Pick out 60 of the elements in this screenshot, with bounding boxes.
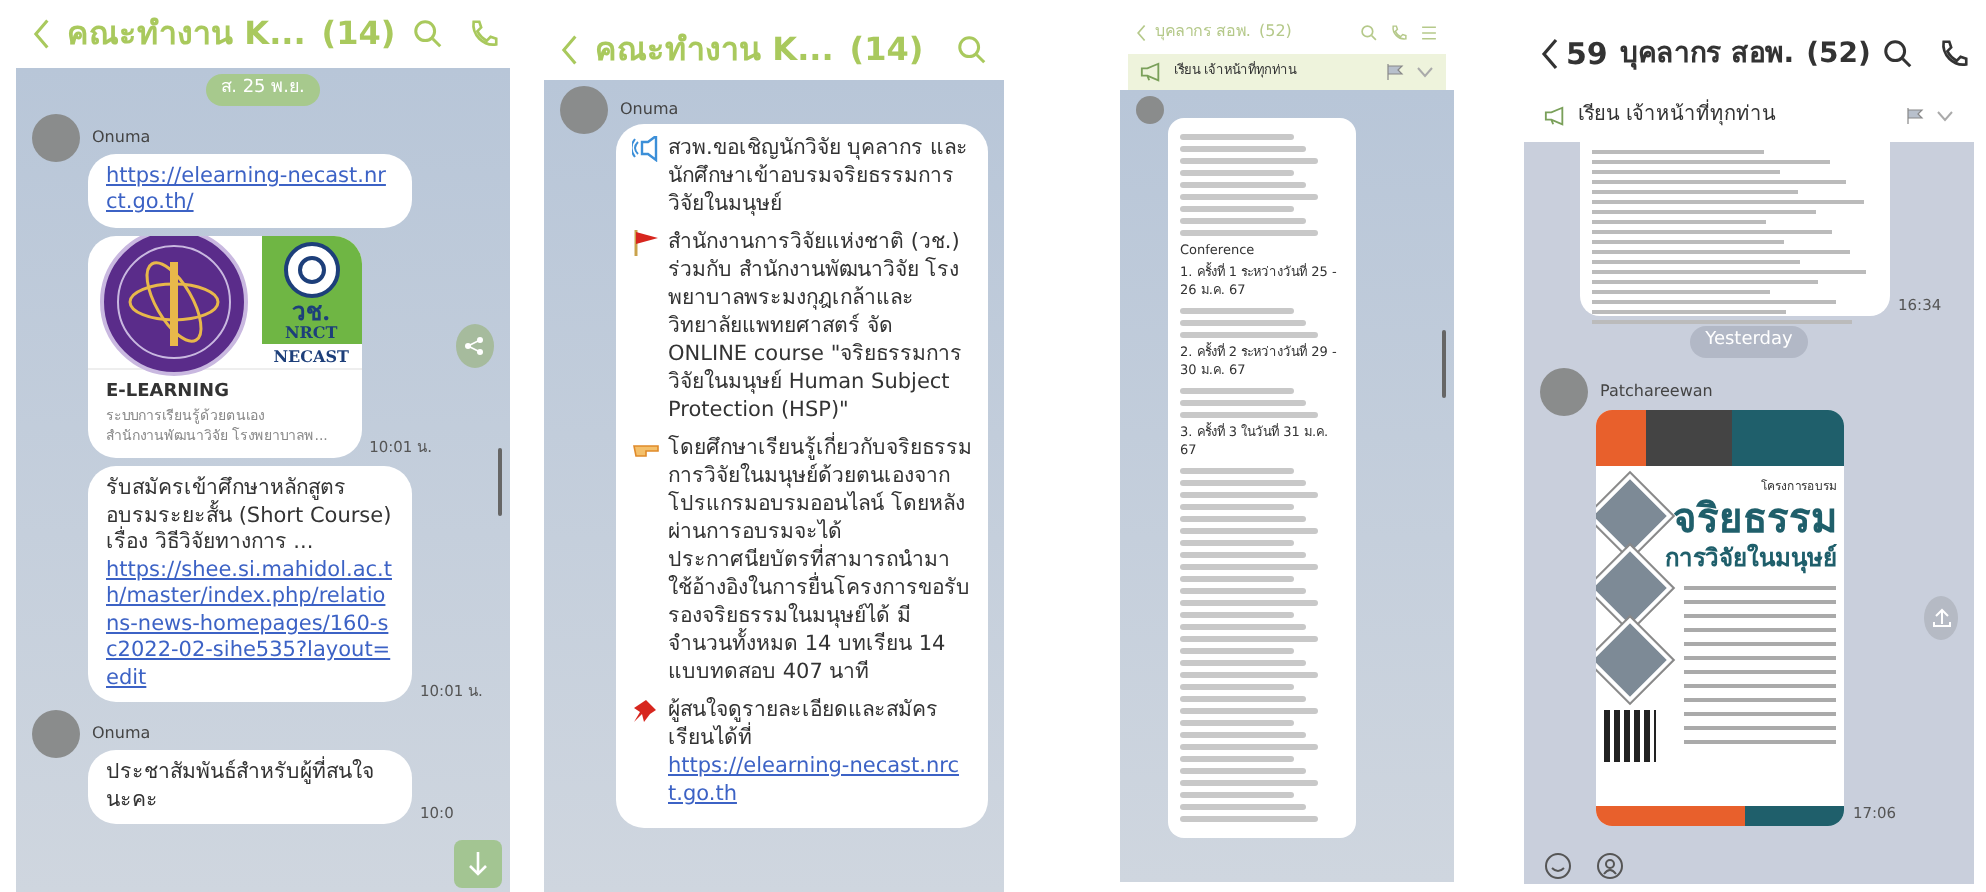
poster-title: จริยธรรม (1670, 495, 1837, 539)
logo-text: วช. (292, 299, 331, 323)
chevron-icon (1540, 38, 1560, 70)
back-button[interactable]: 59 (1540, 31, 1608, 77)
arrow-down-icon (468, 852, 488, 876)
sender-name: Onuma (92, 722, 151, 746)
logo-text: NRCT (284, 323, 338, 339)
chat-title: คณะทำงาน K... (67, 12, 306, 56)
share-button[interactable] (455, 324, 494, 369)
chat-title: บุคลากร สอพ. (1619, 35, 1795, 74)
message-text: ผู้สนใจดูรายละเอียดและสมัครเรียนได้ที่ (668, 696, 940, 752)
message-text: รับสมัครเข้าศึกษาหลักสูตรอบรมระยะสั้น (Short Course) เรื่อง วิธีวิจัยทางการ ... (106, 476, 394, 557)
chat-title: คณะทำงาน K... (595, 28, 834, 72)
member-count: (52) (1806, 35, 1871, 73)
message-text: สวพ.ขอเชิญนักวิจัย บุคลากร และนักศึกษาเข้าอบรมจริยธรรมการวิจัยในมนุษย์ (668, 134, 971, 218)
avatar[interactable] (1540, 367, 1588, 415)
back-icon[interactable] (1136, 23, 1147, 41)
person-circle-icon[interactable] (1596, 852, 1624, 880)
flag-icon (632, 230, 660, 256)
message-text: ประชาสัมพันธ์สำหรับผู้ที่สนใจนะคะ (106, 760, 376, 814)
date-label: ส. 25 พ.ย. (205, 74, 321, 105)
flag-icon (1386, 64, 1404, 80)
sender-name: Patchareewan (1600, 379, 1713, 403)
phone-icon[interactable] (1938, 38, 1971, 70)
message-link[interactable]: https://shee.si.mahidol.ac.th/master/index.php/relations-news-homepages/160-sc2022-02-sihe535?layout=edit (106, 557, 394, 692)
message-text: โดยศึกษาเรียนรู้เกี่ยวกับจริยธรรมการวิจัยในมนุษย์ด้วยตนเองจากโปรแกรมอบรมออนไลน์ โดยหลังผ่านการอบรมจะได้ประกาศนียบัตรที่สามารถนำมาใช้อ้างอิงในการยื่นโครงการขอรับรองจริยธรรมในมนุษย์ได้ มีจำนวนทั้งหมด 14 บทเรียน 14 แบบทดสอบ 407 นาที (668, 434, 972, 686)
megaphone-icon (1140, 62, 1162, 82)
message-text: สำนักงานการวิจัยแห่งชาติ (วช.) ร่วมกับ สำนักงานพัฒนาวิจัย โรงพยาบาลพระมงกุฎเกล้าและวิทยาลัยแพทยศาสตร์ จัด ONLINE course "จริยธรรมการวิจัยในมนุษย์ Human Subject Protection (HSP)" (668, 228, 965, 424)
upload-icon (1931, 607, 1952, 627)
back-icon[interactable] (560, 34, 580, 66)
back-icon[interactable] (32, 18, 52, 50)
pushpin-icon (632, 698, 660, 724)
search-icon[interactable] (1882, 38, 1915, 70)
poster-subtitle: การวิจัยในมนุษย์ (1664, 541, 1837, 575)
sender-name: Onuma (620, 98, 679, 122)
chat-title: บุคลากร สอพ. (1154, 20, 1251, 44)
avatar[interactable] (560, 86, 608, 134)
logo-text: NECAST (271, 343, 351, 367)
menu-icon[interactable] (1420, 23, 1438, 41)
speaker-icon (632, 136, 660, 162)
date-label: Yesterday (1689, 326, 1809, 357)
avatar[interactable] (32, 710, 80, 758)
scroll-down-button[interactable] (454, 840, 502, 888)
chevron-down-icon[interactable] (1416, 66, 1434, 78)
member-count: (14) (849, 28, 924, 72)
chevron-down-icon[interactable] (1936, 109, 1954, 121)
message-link[interactable]: https://elearning-necast.nrct.go.th/ (106, 163, 394, 217)
sender-name: Onuma (92, 125, 151, 149)
card-title: E-LEARNING (106, 379, 231, 405)
share-icon (464, 336, 485, 357)
smiley-icon[interactable] (1544, 852, 1572, 880)
avatar[interactable] (32, 113, 80, 161)
avatar[interactable] (1136, 96, 1164, 124)
message-link[interactable]: https://elearning-necast.nrct.go.th (668, 752, 972, 808)
member-count: (52) (1258, 20, 1292, 44)
megaphone-icon (1544, 105, 1566, 125)
flag-icon (1906, 107, 1924, 123)
member-count: (14) (321, 12, 396, 56)
emblem-icon (98, 235, 251, 377)
share-button[interactable] (1924, 595, 1958, 639)
